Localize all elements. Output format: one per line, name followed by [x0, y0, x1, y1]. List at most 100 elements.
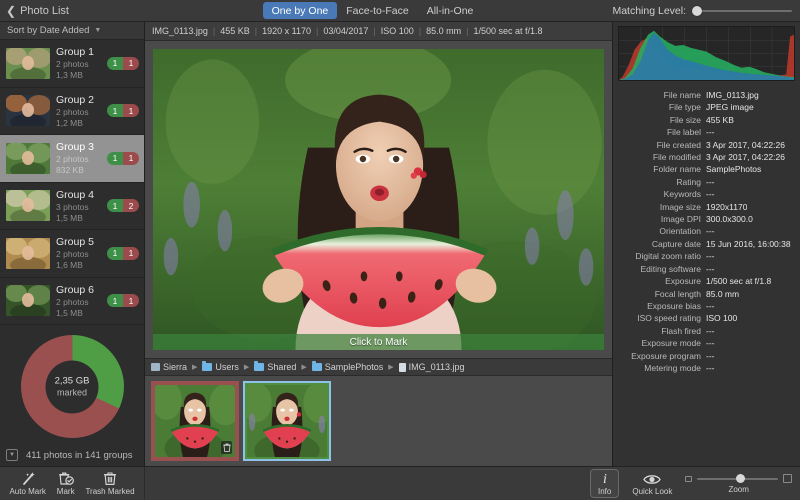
- group-size: 1,2 MB: [56, 117, 83, 128]
- zoom-slider[interactable]: [697, 474, 778, 484]
- group-name: Group 6: [56, 283, 94, 296]
- group-badge-keep: 1: [107, 104, 123, 118]
- group-row[interactable]: Group 22 photos 1,2 MB 1 1: [0, 88, 144, 135]
- info-button[interactable]: i Info: [590, 469, 620, 498]
- metadata-list: File name IMG_0113.jpg File type JPEG image…: [613, 84, 800, 376]
- group-badges: 11: [107, 104, 139, 118]
- metadata-key: Editing software: [640, 263, 701, 274]
- mark-button[interactable]: Mark: [54, 470, 78, 497]
- bottom-toolbar: Auto Mark Mark Trash Marked i Info Quick…: [0, 466, 800, 500]
- metadata-empty-area: [613, 376, 800, 466]
- donut-caption: marked: [56, 387, 87, 398]
- zoom-control: Zoom: [685, 474, 792, 494]
- metadata-key: Digital zoom ratio: [635, 251, 701, 262]
- exif-summary-strip: IMG_0113.jpg | 455 KB | 1920 x 1170 | 03/04/20…: [145, 22, 612, 41]
- metadata-key: Image DPI: [660, 214, 701, 225]
- filmstrip-item-marked[interactable]: [151, 381, 239, 461]
- group-badge-marked: 1: [123, 294, 139, 308]
- breadcrumb-item[interactable]: Sierra: [151, 362, 187, 372]
- top-toolbar: ❮ Photo List One by One Face-to-Face All…: [0, 0, 800, 22]
- tab-all-in-one[interactable]: All-in-One: [418, 2, 483, 19]
- group-row[interactable]: Group 12 photos 1,3 MB 1 1: [0, 40, 144, 88]
- group-list[interactable]: Group 12 photos 1,3 MB 1 1 Group 22 photos 1,…: [0, 40, 144, 329]
- group-row[interactable]: Group 43 photos 1,5 MB 1 2: [0, 183, 144, 230]
- exif-item: 03/04/2017: [323, 26, 369, 36]
- zoom-out-icon[interactable]: [685, 475, 693, 482]
- matching-level-track: [692, 9, 792, 12]
- rgb-histogram: [618, 26, 795, 81]
- metadata-row: Flash fired ---: [617, 325, 794, 337]
- metadata-value: ISO 100: [706, 313, 738, 324]
- group-row[interactable]: Group 52 photos 1,6 MB 1 1: [0, 230, 144, 278]
- breadcrumb-item[interactable]: SamplePhotos: [311, 361, 383, 372]
- group-thumbnail: [6, 237, 50, 269]
- quick-look-label: Quick Look: [632, 487, 673, 496]
- auto-mark-button[interactable]: Auto Mark: [6, 470, 48, 497]
- group-row[interactable]: Group 62 photos 1,5 MB 1 1: [0, 278, 144, 325]
- group-badge-keep: 1: [107, 246, 123, 260]
- metadata-value: 1920x1170: [706, 201, 748, 212]
- metadata-row: Exposure program ---: [617, 350, 794, 362]
- donut-value: 2,35 GB: [54, 375, 90, 387]
- svg-text:i: i: [603, 472, 607, 486]
- group-name: Group 4: [56, 188, 94, 201]
- metadata-row: Focal length 85.0 mm: [617, 288, 794, 300]
- matching-level-slider[interactable]: [692, 5, 792, 17]
- metadata-row: Orientation ---: [617, 225, 794, 237]
- main-photo[interactable]: Click to Mark: [153, 49, 604, 350]
- expand-box-icon[interactable]: ▼: [6, 449, 18, 461]
- metadata-key: Keywords: [663, 189, 701, 200]
- group-size: 832 KB: [56, 165, 84, 176]
- mark-label: Mark: [56, 487, 75, 496]
- zoom-slider-knob[interactable]: [736, 474, 746, 483]
- breadcrumb-item[interactable]: IMG_0113.jpg: [398, 362, 465, 372]
- quick-look-button[interactable]: Quick Look: [629, 470, 675, 497]
- mark-check-icon: [58, 471, 74, 486]
- group-name: Group 2: [56, 93, 94, 106]
- metadata-value: 15 Jun 2016, 16:00:38: [706, 238, 791, 249]
- marked-size-donut-chart: 2,35 GB marked: [0, 329, 144, 444]
- metadata-value: ---: [706, 251, 715, 262]
- matching-level-control: Matching Level:: [600, 5, 800, 17]
- filmstrip[interactable]: [145, 376, 612, 466]
- back-to-photo-list-button[interactable]: ❮ Photo List: [0, 5, 145, 17]
- metadata-panel: File name IMG_0113.jpg File type JPEG image…: [612, 22, 800, 466]
- folder-icon: [254, 361, 265, 371]
- exif-separator: |: [212, 26, 216, 36]
- matching-level-knob[interactable]: [692, 5, 702, 16]
- click-to-mark-button[interactable]: Click to Mark: [153, 334, 604, 350]
- filmstrip-item-current[interactable]: [243, 381, 331, 461]
- chevron-left-icon: ❮: [6, 3, 17, 18]
- metadata-row: Exposure 1/500 sec at f/1.8: [617, 275, 794, 287]
- metadata-key: Rating: [676, 176, 701, 187]
- view-mode-segmented-control: One by One Face-to-Face All-in-One: [145, 2, 600, 19]
- sort-dropdown[interactable]: Sort by Date Added ▼: [0, 22, 144, 40]
- breadcrumb-item[interactable]: Shared: [254, 361, 296, 372]
- group-photo-count: 2 photos: [56, 106, 89, 117]
- group-thumbnail: [6, 95, 50, 127]
- metadata-key: File label: [666, 127, 701, 138]
- group-row[interactable]: Group 32 photos 832 KB 1 1: [0, 135, 144, 183]
- group-photo-count: 2 photos: [56, 296, 89, 307]
- back-button-label: Photo List: [20, 4, 69, 17]
- metadata-row: File type JPEG image: [617, 101, 794, 113]
- zoom-in-icon[interactable]: [783, 474, 792, 483]
- tab-face-to-face[interactable]: Face-to-Face: [337, 2, 417, 19]
- group-badges: 12: [107, 199, 139, 213]
- group-size: 1,5 MB: [56, 307, 83, 318]
- tab-one-by-one[interactable]: One by One: [262, 2, 338, 19]
- trash-icon: [221, 441, 232, 454]
- breadcrumb-label: IMG_0113.jpg: [408, 362, 465, 372]
- group-photo-count: 3 photos: [56, 201, 89, 212]
- trash-marked-button[interactable]: Trash Marked: [82, 470, 137, 497]
- mark-actions-group: Auto Mark Mark Trash Marked: [0, 467, 145, 500]
- breadcrumb-item[interactable]: Users: [202, 361, 239, 372]
- metadata-key: File created: [656, 139, 701, 150]
- metadata-key: Metering mode: [644, 362, 701, 373]
- photo-stage[interactable]: Click to Mark: [145, 41, 612, 358]
- group-badges: 11: [107, 294, 139, 308]
- exif-item: 455 KB: [220, 26, 250, 36]
- metadata-value: IMG_0113.jpg: [706, 90, 759, 100]
- exif-item: 1/500 sec at f/1.8: [473, 26, 543, 36]
- metadata-key: Exposure: [665, 276, 701, 287]
